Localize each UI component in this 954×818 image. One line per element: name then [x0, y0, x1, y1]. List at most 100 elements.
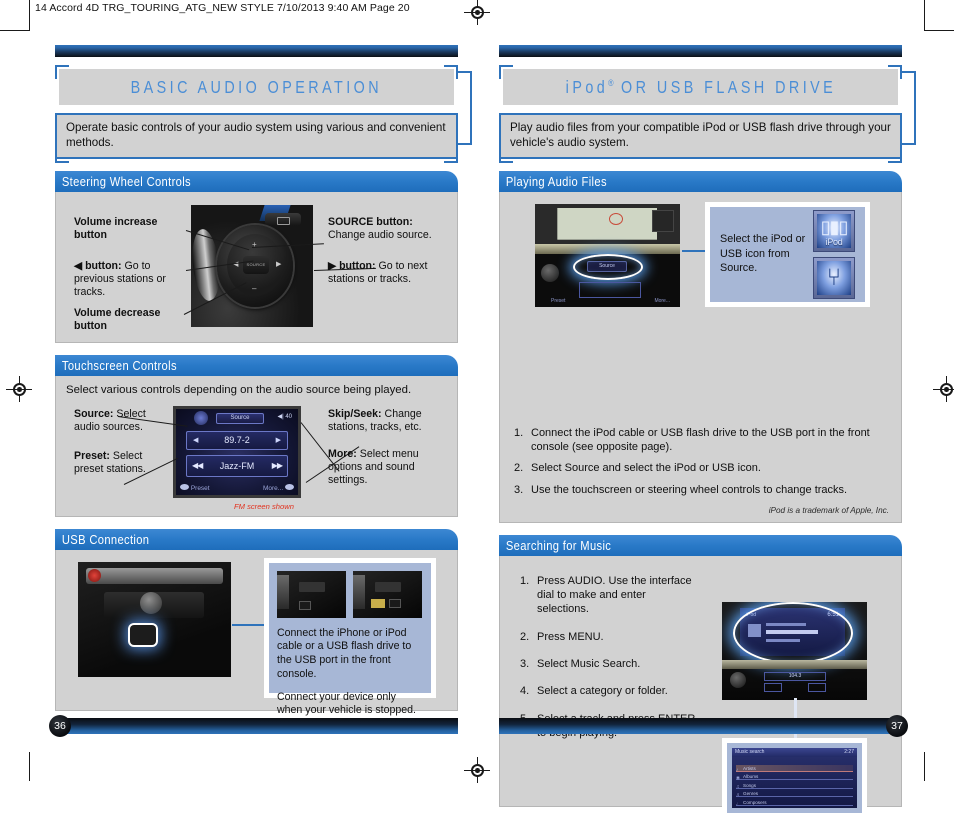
callout-text: Select the iPod or USB icon from Source. [720, 233, 806, 275]
highlight-ellipse [573, 253, 643, 280]
callout-right-button: ▶ button: Go to next stations or tracks. [328, 259, 428, 285]
section-body: Connect the iPhone or iPod cable or a US… [55, 549, 458, 716]
registration-mark-top [464, 0, 490, 25]
section-title: Touchscreen Controls [61, 357, 177, 373]
playing-steps-list: 1. Connect the iPod cable or USB flash d… [500, 422, 901, 497]
right-title-box: iPod® OR USB FLASH DRIVE [503, 69, 898, 105]
screen-station-row[interactable]: ◀◀ Jazz-FM ▶▶ [186, 454, 288, 477]
list-item: 4. Select a category or folder. [520, 685, 668, 698]
section-title: Searching for Music [505, 537, 612, 553]
section-body: + – ◀ ▶ SOURCE Volume increase button ◀ … [55, 191, 458, 343]
trim-mark [924, 30, 954, 31]
bracket-bottom-left [499, 148, 513, 163]
ipod-icon-label: iPod [825, 236, 843, 247]
highlight-ellipse [733, 601, 853, 664]
list-item[interactable]: ♪ Artists [736, 764, 853, 772]
right-description: Play audio files from your compatible iP… [499, 113, 902, 159]
left-title-block: BASIC AUDIO OPERATION Operate basic cont… [55, 65, 472, 163]
skip-prev-icon[interactable]: ◀◀ [192, 461, 203, 470]
next-key[interactable]: ▶ [276, 261, 281, 268]
left-description: Operate basic controls of your audio sys… [55, 113, 458, 159]
source-button[interactable]: SOURCE [243, 255, 269, 274]
trim-mark [924, 752, 925, 781]
page-title: BASIC AUDIO OPERATION [130, 76, 383, 97]
music-search-callout: Music search 2:27 ♪ Artists ◉ Albums ♫ Song… [722, 737, 867, 818]
screen-more-label[interactable]: More... [654, 298, 670, 304]
prev-arrow-icon[interactable]: ◀ [193, 436, 198, 444]
right-page: iPod® OR USB FLASH DRIVE Play audio file… [499, 45, 916, 818]
list-item: 3. Use the touchscreen or steering wheel… [514, 483, 848, 496]
list-item[interactable]: ◎Podcasts [736, 807, 853, 808]
music-search-clock: 2:27 [844, 749, 854, 756]
title-desc-connector [458, 71, 472, 145]
trim-mark [0, 30, 30, 31]
bracket-bottom-right [444, 148, 458, 163]
more-control[interactable]: More... [263, 483, 294, 492]
section-header: Touchscreen Controls [55, 354, 458, 376]
left-page: BASIC AUDIO OPERATION Operate basic cont… [55, 45, 472, 716]
left-page-footer: 36 [49, 715, 458, 737]
bracket-top-right [888, 65, 902, 79]
preset-control[interactable]: Preset [180, 483, 210, 492]
fm-screen-note: FM screen shown [234, 501, 294, 511]
right-title-block: iPod® OR USB FLASH DRIVE Play audio file… [499, 65, 916, 163]
ipod-source-icon[interactable]: ▯▮▯ iPod [813, 209, 855, 252]
music-search-title: Music search [735, 749, 765, 756]
album-icon: ◉ [736, 775, 741, 781]
list-item[interactable]: ◉ Albums [736, 773, 853, 781]
usb-instruction-1: Connect the iPhone or iPod cable or a US… [277, 626, 412, 680]
usb-source-icon[interactable]: ⑂ [813, 256, 855, 299]
music-search-list: ♪ Artists ◉ Albums ♫ Songs ♬ Genres ♩ Compose… [736, 764, 853, 808]
registration-mark-right [933, 376, 954, 402]
section-title: Steering Wheel Controls [61, 173, 191, 189]
left-title-box: BASIC AUDIO OPERATION [59, 69, 454, 105]
section-body: Source Preset More... Select the iPod or… [499, 191, 902, 523]
hazard-button-icon [88, 568, 101, 582]
list-item: 1. Press AUDIO. Use the interface dial t… [520, 574, 692, 616]
console-photo [78, 561, 231, 677]
title-desc-connector [902, 71, 916, 145]
usb-compartment-closed-photo [277, 570, 346, 618]
list-item: 2. Press MENU. [520, 630, 604, 643]
callout-source: Source: Select audio sources. [74, 407, 146, 433]
next-arrow-icon[interactable]: ▶ [276, 436, 281, 444]
page-top-rule [499, 45, 902, 57]
screen-preset-label[interactable]: Preset [551, 298, 565, 304]
skip-next-icon[interactable]: ▶▶ [272, 461, 283, 470]
screen-source-button[interactable]: Source [216, 412, 264, 424]
section-header: USB Connection [55, 528, 458, 550]
preset-dot-icon [180, 483, 189, 490]
list-item[interactable]: ♫ Songs [736, 782, 853, 789]
dashboard-photo: Source Preset More... [535, 203, 680, 307]
volume-down-key[interactable]: – [252, 284, 256, 293]
interface-dial-icon[interactable] [730, 671, 746, 688]
callout-source-button: SOURCE button: Change audio source. [328, 215, 432, 241]
section-body: Select various controls depending on the… [55, 375, 458, 517]
list-item[interactable]: ♬ Genres [736, 790, 853, 798]
page-number: 36 [49, 715, 71, 737]
callout-preset: Preset: Select preset stations. [74, 449, 146, 475]
usb-callout-box: Connect the iPhone or iPod cable or a US… [264, 557, 436, 716]
section-header: Steering Wheel Controls [55, 170, 458, 192]
screen-frequency-row[interactable]: ◀ 89.7-2 ▶ [186, 430, 288, 450]
section-playing-audio-files: Playing Audio Files Source Preset More..… [499, 170, 902, 523]
callout-skip-seek: Skip/Seek: Change stations, tracks, etc. [328, 407, 422, 433]
trim-mark [29, 752, 30, 781]
section-header: Searching for Music [499, 534, 902, 556]
genre-icon: ♬ [736, 792, 741, 798]
list-item: 1. Connect the iPod cable or USB flash d… [514, 426, 870, 453]
climate-dial-icon [140, 591, 162, 614]
list-item[interactable]: ♩ Composers [736, 799, 853, 806]
leader-line [232, 623, 268, 626]
radio-frequency-display: 104.3 [764, 671, 826, 681]
music-search-screen: Music search 2:27 ♪ Artists ◉ Albums ♫ Song… [732, 747, 857, 808]
speaker-icon: ◀| [277, 413, 284, 420]
ipod-graphic: ▯▮▯ [820, 217, 849, 238]
page-number: 37 [886, 715, 908, 737]
callout-left-button: ◀ button: Go to previous stations or tra… [74, 259, 166, 299]
touchscreen-intro: Select various controls depending on the… [66, 383, 412, 396]
section-title: USB Connection [61, 531, 150, 547]
station-name: Jazz-FM [219, 460, 255, 471]
right-page-footer: 37 [499, 715, 908, 737]
section-searching-for-music: Searching for Music 1. Press AUDIO. Use … [499, 534, 902, 818]
